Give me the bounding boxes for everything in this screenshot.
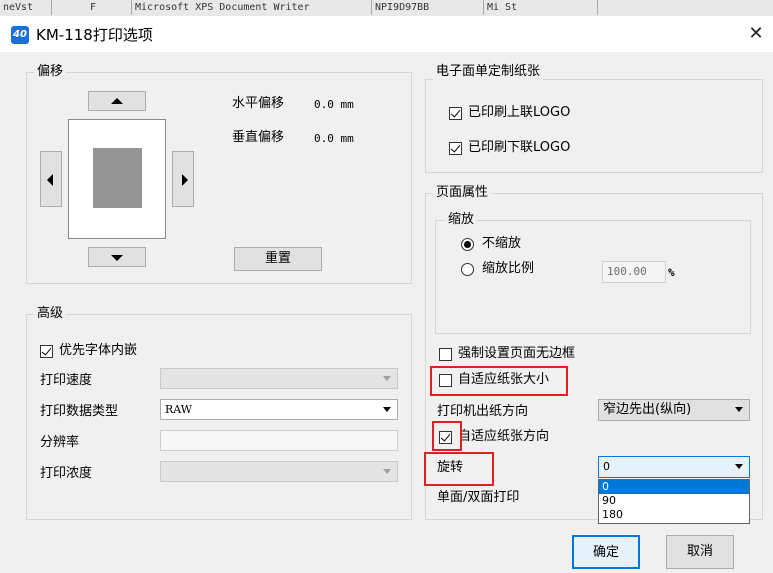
offset-up-button[interactable] — [88, 91, 146, 111]
rotation-value: 0 — [603, 460, 610, 473]
prefer-embedded-font-checkbox[interactable] — [40, 345, 53, 358]
custom-paper-group-label: 电子面单定制纸张 — [433, 64, 544, 80]
highlight-box — [430, 366, 568, 396]
print-density-select[interactable] — [160, 461, 398, 482]
no-scale-label: 不缩放 — [482, 236, 522, 251]
rotation-dropdown-list: 0 90 180 — [598, 479, 750, 524]
offset-down-button[interactable] — [88, 247, 146, 267]
offset-left-button[interactable] — [40, 151, 62, 207]
ok-button[interactable]: 确定 — [572, 535, 640, 569]
offset-group-label: 偏移 — [34, 64, 67, 80]
duplex-label: 单面/双面打印 — [437, 490, 520, 505]
paper-out-direction-label: 打印机出纸方向 — [437, 404, 529, 419]
horizontal-offset-value: 0.0 mm — [314, 98, 354, 111]
triangle-down-icon — [111, 255, 123, 261]
print-speed-label: 打印速度 — [40, 373, 93, 388]
page-properties-group-label: 页面属性 — [433, 185, 492, 201]
chevron-down-icon — [383, 407, 391, 412]
rotation-option[interactable]: 0 — [599, 480, 749, 494]
page-preview — [68, 119, 166, 239]
close-icon: ✕ — [748, 23, 764, 44]
resolution-label: 分辨率 — [40, 435, 80, 450]
top-logo-label: 已印刷上联LOGO — [468, 105, 571, 120]
bottom-logo-label: 已印刷下联LOGO — [468, 140, 571, 155]
fit-paper-direction-label: 自适应纸张方向 — [458, 429, 550, 444]
background-tab[interactable]: Mi St — [484, 0, 598, 15]
chevron-down-icon — [735, 464, 743, 469]
triangle-up-icon — [111, 98, 123, 104]
vertical-offset-label: 垂直偏移 — [232, 130, 285, 145]
offset-right-button[interactable] — [172, 151, 194, 207]
borderless-label: 强制设置页面无边框 — [458, 346, 576, 361]
rotation-option[interactable]: 90 — [599, 494, 749, 508]
highlight-box — [432, 421, 462, 451]
triangle-left-icon — [47, 174, 53, 186]
bottom-logo-checkbox[interactable] — [449, 142, 462, 155]
vertical-offset-value: 0.0 mm — [314, 132, 354, 145]
print-density-label: 打印浓度 — [40, 466, 93, 481]
scale-group-label: 缩放 — [445, 212, 478, 228]
highlight-box — [424, 452, 494, 486]
app-icon: 40 — [11, 26, 29, 44]
page-preview-content — [93, 148, 142, 208]
background-tab[interactable]: F — [52, 0, 132, 15]
advanced-group-label: 高级 — [34, 306, 67, 322]
window-title: KM-118打印选项 — [36, 26, 153, 44]
scale-ratio-input[interactable]: 100.00 — [602, 261, 666, 283]
scale-ratio-unit: % — [668, 266, 675, 279]
background-tab[interactable]: neVst — [0, 0, 52, 15]
background-tab[interactable]: NPI9D97BB — [372, 0, 484, 15]
rotation-option[interactable]: 180 — [599, 508, 749, 522]
background-window-tabs: neVst F Microsoft XPS Document Writer NP… — [0, 0, 773, 17]
close-button[interactable]: ✕ — [744, 22, 768, 46]
triangle-right-icon — [182, 174, 188, 186]
chevron-down-icon — [735, 407, 743, 412]
cancel-button[interactable]: 取消 — [666, 535, 734, 569]
prefer-embedded-font-label: 优先字体内嵌 — [59, 343, 138, 358]
chevron-down-icon — [383, 376, 391, 381]
print-speed-select[interactable] — [160, 368, 398, 389]
rotation-select[interactable]: 0 — [598, 456, 750, 478]
print-data-type-label: 打印数据类型 — [40, 404, 119, 419]
top-logo-checkbox[interactable] — [449, 107, 462, 120]
chevron-down-icon — [383, 469, 391, 474]
paper-out-direction-value: 窄边先出(纵向) — [603, 402, 692, 417]
horizontal-offset-label: 水平偏移 — [232, 96, 285, 111]
scale-ratio-label: 缩放比例 — [482, 261, 535, 276]
custom-paper-group — [425, 79, 763, 173]
scale-ratio-radio[interactable] — [461, 263, 474, 276]
no-scale-radio[interactable] — [461, 238, 474, 251]
background-tab[interactable]: Microsoft XPS Document Writer — [132, 0, 372, 15]
scale-ratio-value: 100.00 — [607, 265, 647, 278]
print-data-type-select[interactable]: RAW — [160, 399, 398, 420]
borderless-checkbox[interactable] — [439, 348, 452, 361]
reset-button[interactable]: 重置 — [234, 247, 322, 271]
paper-out-direction-select[interactable]: 窄边先出(纵向) — [598, 399, 750, 421]
resolution-field[interactable] — [160, 430, 398, 451]
print-data-type-value: RAW — [165, 403, 193, 416]
